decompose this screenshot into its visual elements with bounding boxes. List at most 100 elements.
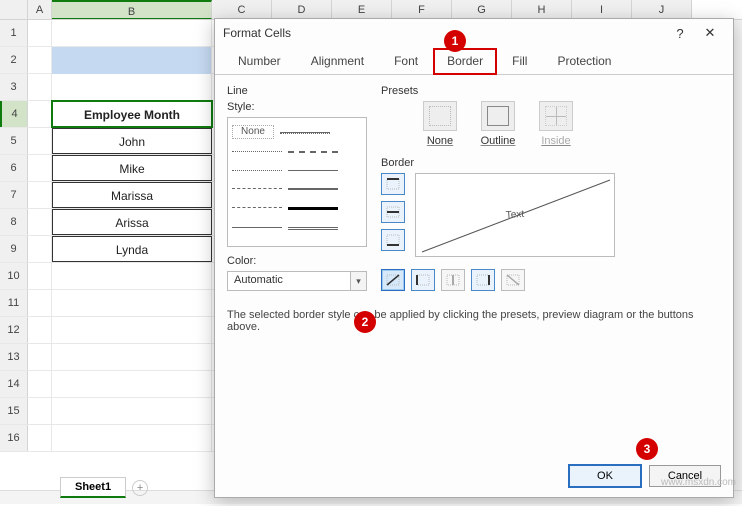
cell-A4[interactable] <box>28 101 52 127</box>
style-md-dash[interactable] <box>288 151 338 153</box>
col-A[interactable]: A <box>28 0 52 19</box>
col-F[interactable]: F <box>392 0 452 19</box>
presets-label: Presets <box>381 85 721 97</box>
row-16[interactable]: 16 <box>0 425 28 451</box>
preset-inside[interactable]: Inside <box>531 101 581 147</box>
line-group-label: Line <box>227 85 367 97</box>
tab-border[interactable]: Border <box>433 48 497 75</box>
row-5[interactable]: 5 <box>0 128 28 154</box>
row-14[interactable]: 14 <box>0 371 28 397</box>
border-left-button[interactable] <box>411 269 435 291</box>
preset-outline[interactable]: Outline <box>473 101 523 147</box>
row-15[interactable]: 15 <box>0 398 28 424</box>
row-8[interactable]: 8 <box>0 209 28 235</box>
cell-A11[interactable] <box>28 290 52 316</box>
cell-B5[interactable]: John <box>52 128 212 154</box>
ok-button[interactable]: OK <box>569 465 641 487</box>
tab-fill[interactable]: Fill <box>497 47 542 74</box>
border-right-button[interactable] <box>471 269 495 291</box>
border-middle-v-button[interactable] <box>441 269 465 291</box>
row-12[interactable]: 12 <box>0 317 28 343</box>
cell-A14[interactable] <box>28 371 52 397</box>
help-button[interactable]: ? <box>665 26 695 41</box>
preset-none[interactable]: None <box>415 101 465 147</box>
cell-A7[interactable] <box>28 182 52 208</box>
row-11[interactable]: 11 <box>0 290 28 316</box>
cell-A16[interactable] <box>28 425 52 451</box>
border-diagonal-down-button[interactable] <box>501 269 525 291</box>
cell-B11[interactable] <box>52 290 212 316</box>
style-thick[interactable] <box>288 207 338 210</box>
style-thin2[interactable] <box>232 227 282 228</box>
col-B[interactable]: B <box>52 0 212 19</box>
cell-B14[interactable] <box>52 371 212 397</box>
col-E[interactable]: E <box>332 0 392 19</box>
border-top-button[interactable] <box>381 173 405 195</box>
tab-alignment[interactable]: Alignment <box>296 47 379 74</box>
tab-font[interactable]: Font <box>379 47 433 74</box>
style-double[interactable] <box>288 227 338 230</box>
cell-A2[interactable] <box>28 47 52 73</box>
border-preview[interactable]: Text <box>415 173 615 257</box>
style-none[interactable]: None <box>232 125 274 139</box>
row-3[interactable]: 3 <box>0 74 28 100</box>
cell-A13[interactable] <box>28 344 52 370</box>
style-medium[interactable] <box>288 188 338 190</box>
row-13[interactable]: 13 <box>0 344 28 370</box>
row-10[interactable]: 10 <box>0 263 28 289</box>
col-C[interactable]: C <box>212 0 272 19</box>
style-dotted[interactable] <box>232 151 282 152</box>
cell-B3[interactable] <box>52 74 212 100</box>
cell-B4[interactable]: Employee Month <box>52 101 212 127</box>
cell-B16[interactable] <box>52 425 212 451</box>
dialog-title: Format Cells <box>223 26 291 40</box>
chevron-down-icon[interactable]: ▾ <box>350 272 366 290</box>
row-4[interactable]: 4 <box>0 101 28 127</box>
line-style-list[interactable]: None <box>227 117 367 247</box>
cell-A15[interactable] <box>28 398 52 424</box>
cell-B7[interactable]: Marissa <box>52 182 212 208</box>
cell-B15[interactable] <box>52 398 212 424</box>
row-7[interactable]: 7 <box>0 182 28 208</box>
new-sheet-button[interactable]: + <box>132 480 148 496</box>
tab-number[interactable]: Number <box>223 47 296 74</box>
cell-A3[interactable] <box>28 74 52 100</box>
tab-protection[interactable]: Protection <box>542 47 626 74</box>
style-dotted2[interactable] <box>232 170 282 171</box>
cell-B10[interactable] <box>52 263 212 289</box>
cell-A10[interactable] <box>28 263 52 289</box>
border-bottom-button[interactable] <box>381 229 405 251</box>
style-dashed2[interactable] <box>232 207 282 208</box>
cell-B13[interactable] <box>52 344 212 370</box>
row-6[interactable]: 6 <box>0 155 28 181</box>
tab-sheet1[interactable]: Sheet1 <box>60 477 126 498</box>
select-all-corner[interactable] <box>0 0 28 19</box>
color-dropdown[interactable]: Automatic ▾ <box>227 271 367 291</box>
col-H[interactable]: H <box>512 0 572 19</box>
close-button[interactable]: ✕ <box>695 25 725 41</box>
style-dashed[interactable] <box>232 188 282 189</box>
cell-A12[interactable] <box>28 317 52 343</box>
col-I[interactable]: I <box>572 0 632 19</box>
cell-B12[interactable] <box>52 317 212 343</box>
cell-A1[interactable] <box>28 20 52 46</box>
border-middle-h-button[interactable] <box>381 201 405 223</box>
cell-B9[interactable]: Lynda <box>52 236 212 262</box>
col-D[interactable]: D <box>272 0 332 19</box>
cell-A6[interactable] <box>28 155 52 181</box>
col-J[interactable]: J <box>632 0 692 19</box>
col-G[interactable]: G <box>452 0 512 19</box>
border-diagonal-up-button[interactable] <box>381 269 405 291</box>
cell-B6[interactable]: Mike <box>52 155 212 181</box>
row-9[interactable]: 9 <box>0 236 28 262</box>
style-hair[interactable] <box>280 132 330 134</box>
cell-B1[interactable] <box>52 20 212 46</box>
style-thin[interactable] <box>288 170 338 171</box>
cell-B8[interactable]: Arissa <box>52 209 212 235</box>
cell-A5[interactable] <box>28 128 52 154</box>
row-1[interactable]: 1 <box>0 20 28 46</box>
cell-A9[interactable] <box>28 236 52 262</box>
cell-B2[interactable] <box>52 47 212 74</box>
row-2[interactable]: 2 <box>0 47 28 73</box>
cell-A8[interactable] <box>28 209 52 235</box>
